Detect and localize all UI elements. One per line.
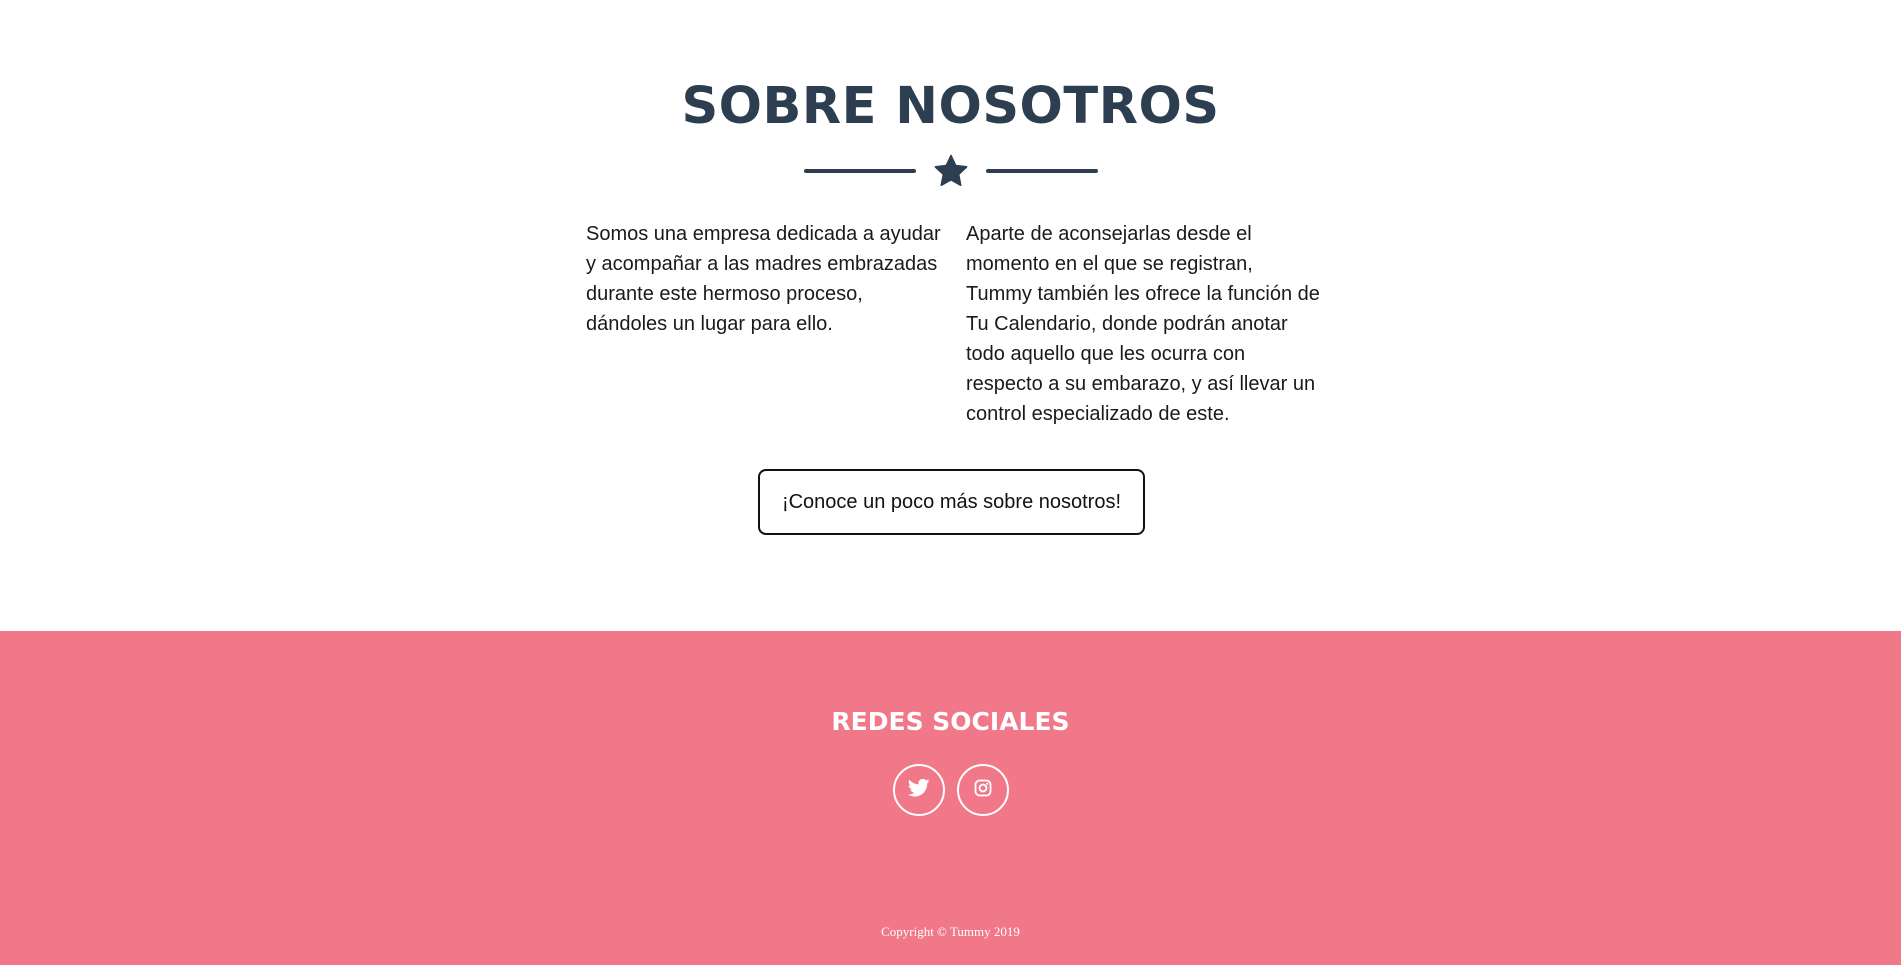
about-title: SOBRE NOSOTROS bbox=[681, 77, 1220, 136]
star-icon bbox=[916, 150, 986, 192]
instagram-icon bbox=[974, 779, 992, 802]
learn-more-button[interactable]: ¡Conoce un poco más sobre nosotros! bbox=[758, 469, 1145, 535]
copyright-text: Copyright © Tummy 2019 bbox=[881, 924, 1020, 939]
divider-line-left bbox=[803, 169, 916, 173]
twitter-icon bbox=[907, 778, 930, 803]
title-divider bbox=[0, 150, 1901, 192]
twitter-button[interactable] bbox=[892, 764, 945, 816]
instagram-button[interactable] bbox=[956, 764, 1009, 816]
about-section: SOBRE NOSOTROS Somos una empresa dedicad… bbox=[0, 0, 1901, 631]
footer: REDES SOCIALES Copyright © Tummy 2019 bbox=[0, 631, 1901, 965]
about-text-left: Somos una empresa dedicada a ayudar y ac… bbox=[586, 223, 941, 335]
footer-title: REDES SOCIALES bbox=[831, 707, 1070, 736]
about-text-right: Aparte de aconsejarlas desde el momento … bbox=[966, 223, 1320, 425]
social-links bbox=[0, 764, 1901, 816]
divider-line-right bbox=[985, 169, 1098, 173]
